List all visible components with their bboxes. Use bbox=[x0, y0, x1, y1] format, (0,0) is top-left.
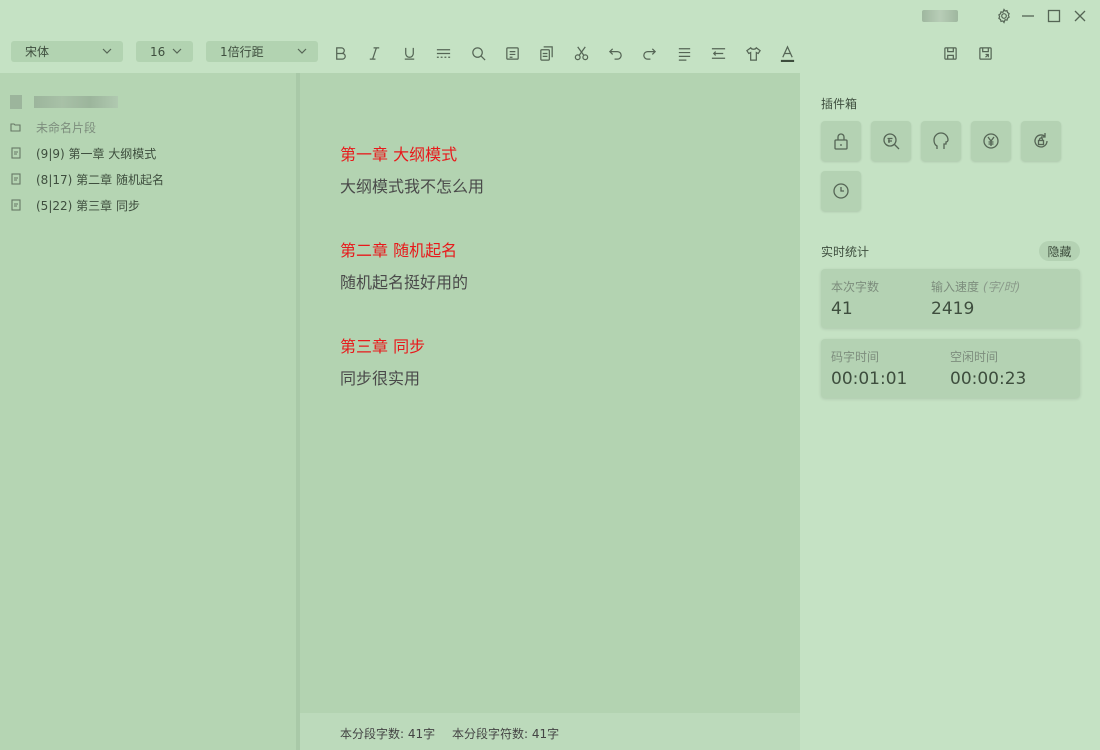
count-label: 本次字数 bbox=[831, 280, 880, 294]
bold-icon[interactable] bbox=[329, 42, 351, 64]
folder-label: 未命名片段 bbox=[36, 120, 97, 135]
font-family-select[interactable]: 宋体 bbox=[11, 41, 123, 62]
document-icon bbox=[10, 199, 22, 211]
chevron-down-icon bbox=[102, 48, 112, 54]
chapter-item[interactable]: (5|22) 第三章 同步 bbox=[10, 195, 140, 215]
speed-label: 输入速度 bbox=[931, 280, 980, 294]
project-title[interactable] bbox=[10, 95, 118, 109]
theme-shirt-icon[interactable] bbox=[742, 42, 764, 64]
chapter-item[interactable]: (9|9) 第一章 大纲模式 bbox=[10, 143, 156, 163]
head-icon[interactable] bbox=[921, 121, 961, 161]
chapter-item[interactable]: (8|17) 第二章 随机起名 bbox=[10, 169, 164, 189]
divider-line-icon[interactable] bbox=[432, 42, 454, 64]
format-toolbar: 宋体 16 1倍行距 bbox=[0, 36, 810, 68]
chapter-text: 大纲模式我不怎么用 bbox=[340, 177, 485, 196]
folder-icon bbox=[10, 121, 22, 133]
title-bar bbox=[0, 0, 1100, 32]
font-size-select[interactable]: 16 bbox=[136, 41, 193, 62]
typing-time-label: 码字时间 bbox=[831, 350, 880, 364]
idle-time-label: 空闲时间 bbox=[950, 350, 999, 364]
chapter-text: 随机起名挺好用的 bbox=[340, 273, 469, 292]
idle-time-value: 00:00:23 bbox=[950, 369, 1027, 389]
speed-value: 2419 bbox=[931, 299, 975, 319]
speed-unit: (字/时) bbox=[982, 280, 1021, 294]
stats-card-speed: 本次字数 41 输入速度 (字/时) 2419 bbox=[821, 269, 1080, 328]
chapter-item-label: (9|9) 第一章 大纲模式 bbox=[36, 146, 157, 161]
scissors-icon[interactable] bbox=[570, 42, 592, 64]
font-size-value: 16 bbox=[150, 44, 166, 59]
stats-card-time: 码字时间 00:01:01 空闲时间 00:00:23 bbox=[821, 339, 1080, 398]
settings-gear-icon[interactable] bbox=[993, 6, 1015, 26]
text-editor[interactable]: 第一章 大纲模式 大纲模式我不怎么用 第二章 随机起名 随机起名挺好用的 第三章… bbox=[300, 73, 800, 713]
word-search-icon[interactable] bbox=[871, 121, 911, 161]
minimize-icon[interactable] bbox=[1017, 6, 1039, 26]
folder-item[interactable]: 未命名片段 bbox=[10, 117, 96, 137]
status-bar: 本分段字数: 41字 本分段字符数: 41字 bbox=[300, 713, 800, 750]
maximize-icon[interactable] bbox=[1043, 6, 1065, 26]
save-icon[interactable] bbox=[940, 43, 960, 63]
chevron-down-icon bbox=[297, 48, 307, 54]
yuan-icon[interactable] bbox=[971, 121, 1011, 161]
chapter-heading: 第三章 同步 bbox=[340, 337, 426, 356]
count-value: 41 bbox=[831, 299, 853, 319]
typing-time-value: 00:01:01 bbox=[831, 369, 908, 389]
lock-icon[interactable] bbox=[821, 121, 861, 161]
document-icon bbox=[10, 173, 22, 185]
speed-label-group: 输入速度 (字/时) bbox=[931, 278, 1020, 295]
copy-document-icon[interactable] bbox=[535, 42, 557, 64]
underline-icon[interactable] bbox=[398, 42, 420, 64]
redo-icon[interactable] bbox=[638, 42, 660, 64]
line-spacing-value: 1倍行距 bbox=[220, 45, 264, 59]
indent-icon[interactable] bbox=[707, 42, 729, 64]
hide-stats-button[interactable]: 隐藏 bbox=[1039, 241, 1080, 261]
segment-char-count: 本分段字符数: 41字 bbox=[452, 727, 560, 741]
chapter-heading: 第二章 随机起名 bbox=[340, 241, 458, 260]
chapter-item-label: (5|22) 第三章 同步 bbox=[36, 198, 140, 213]
close-icon[interactable] bbox=[1069, 6, 1091, 26]
save-as-icon[interactable] bbox=[975, 43, 995, 63]
chapter-heading: 第一章 大纲模式 bbox=[340, 145, 458, 164]
note-icon[interactable] bbox=[501, 42, 523, 64]
chevron-down-icon bbox=[172, 48, 182, 54]
clock-icon[interactable] bbox=[821, 171, 861, 211]
document-icon bbox=[10, 147, 22, 159]
search-icon[interactable] bbox=[467, 42, 489, 64]
chapter-text: 同步很实用 bbox=[340, 369, 421, 388]
italic-icon[interactable] bbox=[363, 42, 385, 64]
undo-icon[interactable] bbox=[604, 42, 626, 64]
realtime-stats-title: 实时统计 bbox=[821, 245, 870, 259]
account-avatar[interactable] bbox=[922, 10, 958, 22]
right-panel: 插件箱 实时统计 隐藏 本次字数 41 输入速度 (字/时) 2419 码字时间… bbox=[810, 73, 1100, 750]
font-color-icon[interactable] bbox=[776, 42, 798, 64]
font-family-value: 宋体 bbox=[25, 45, 50, 59]
line-spacing-select[interactable]: 1倍行距 bbox=[206, 41, 318, 62]
segment-word-count: 本分段字数: 41字 bbox=[340, 727, 436, 741]
align-icon[interactable] bbox=[673, 42, 695, 64]
lock-refresh-icon[interactable] bbox=[1021, 121, 1061, 161]
chapter-item-label: (8|17) 第二章 随机起名 bbox=[36, 172, 164, 187]
plugin-box-title: 插件箱 bbox=[821, 97, 858, 111]
outline-sidebar: 未命名片段 (9|9) 第一章 大纲模式 (8|17) 第二章 随机起名 (5|… bbox=[0, 73, 296, 750]
